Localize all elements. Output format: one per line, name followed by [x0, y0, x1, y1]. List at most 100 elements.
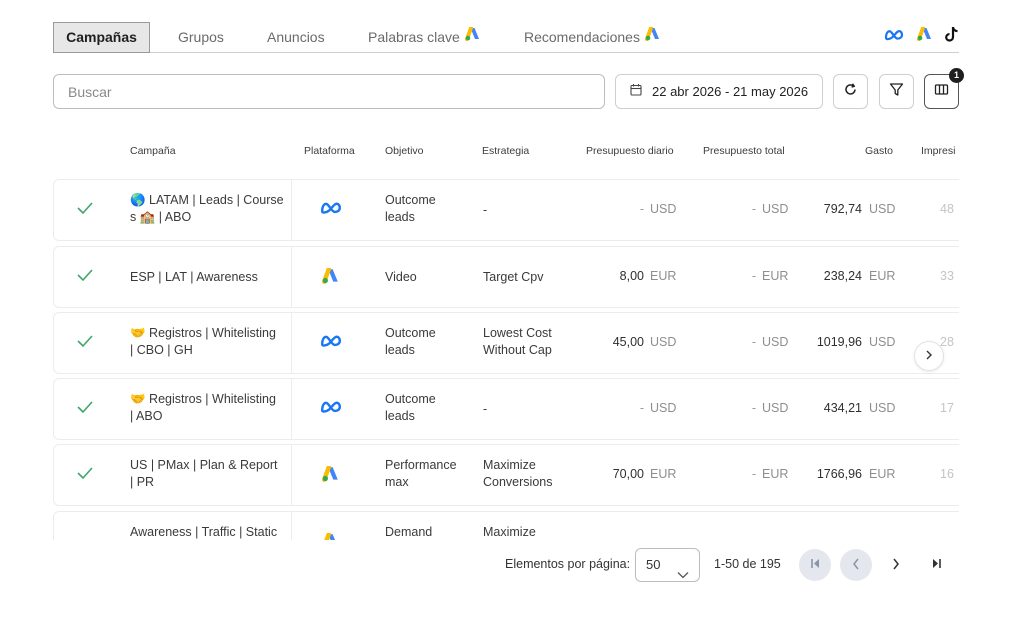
per-page-value: 50	[646, 557, 661, 572]
tab-campaigns[interactable]: Campañas	[53, 22, 150, 53]
google-ads-icon	[322, 267, 340, 289]
campaigns-table: Campaña Plataforma Objetivo Estrategia P…	[53, 138, 959, 540]
campaign-name[interactable]: ESP | LAT | Awareness	[130, 269, 285, 286]
last-page-icon	[931, 558, 942, 572]
chevron-right-icon	[925, 347, 933, 365]
scroll-right-button[interactable]	[914, 341, 944, 371]
date-range-text: 22 abr 2026 - 21 may 2026	[652, 84, 809, 99]
campaign-name-line1: 🤝 Registros | Whitelisting	[130, 326, 276, 340]
total-budget: -	[751, 269, 756, 283]
header-daily-budget[interactable]: Presupuesto diario	[586, 145, 674, 157]
daily-budget: 8,00	[619, 269, 644, 283]
check-icon	[76, 201, 94, 220]
column-divider	[291, 512, 292, 540]
daily-currency: USD	[650, 202, 677, 216]
meta-icon[interactable]	[884, 28, 904, 46]
filter-button[interactable]	[879, 74, 914, 109]
objective-line2: leads	[385, 343, 415, 357]
google-ads-icon	[644, 21, 661, 52]
campaign-name[interactable]: US | PMax | Plan & Report | PR	[130, 457, 285, 491]
total-currency: USD	[762, 202, 789, 216]
columns-icon	[934, 83, 949, 101]
objective: Demand	[385, 525, 433, 539]
header-total-budget[interactable]: Presupuesto total	[703, 145, 785, 157]
chevron-left-icon	[852, 558, 860, 573]
date-range-picker[interactable]: 22 abr 2026 - 21 may 2026	[615, 74, 823, 109]
spend-currency: USD	[869, 335, 896, 349]
objective: Video	[385, 270, 417, 284]
campaign-name[interactable]: 🤝 Registros | Whitelisting | ABO	[130, 391, 285, 425]
search-input[interactable]	[53, 74, 605, 109]
campaign-name[interactable]: Awareness | Traffic | Static	[130, 524, 285, 540]
calendar-icon	[630, 75, 642, 108]
campaign-name-line2: | PR	[130, 475, 155, 489]
spend: 238,24	[823, 269, 862, 283]
total-budget: -	[751, 401, 756, 415]
header-platform[interactable]: Plataforma	[304, 145, 355, 157]
column-divider	[291, 313, 292, 373]
total-budget: -	[751, 335, 756, 349]
objective-line2: leads	[385, 409, 415, 423]
tab-recommendations[interactable]: Recomendaciones	[524, 22, 661, 53]
objective-line1: Performance	[385, 458, 457, 472]
google-ads-icon	[464, 21, 481, 52]
campaign-name[interactable]: 🤝 Registros | Whitelisting | CBO | GH	[130, 325, 285, 359]
impressions: 16	[940, 467, 954, 481]
column-divider	[291, 247, 292, 307]
total-budget: -	[751, 202, 756, 216]
tab-keywords[interactable]: Palabras clave	[368, 22, 481, 53]
first-page-icon	[810, 558, 821, 572]
spend-currency: EUR	[869, 467, 896, 481]
total-currency: USD	[762, 401, 789, 415]
daily-budget: 45,00	[612, 335, 644, 349]
header-spend[interactable]: Gasto	[865, 145, 893, 157]
table-row[interactable]: 🤝 Registros | Whitelisting | CBO | GH Out…	[53, 312, 959, 374]
tiktok-icon[interactable]	[945, 26, 959, 47]
google-ads-icon[interactable]	[916, 26, 933, 46]
per-page-select[interactable]: 50	[635, 548, 700, 582]
meta-icon	[320, 334, 342, 353]
header-campaign[interactable]: Campaña	[130, 145, 176, 157]
spend: 1019,96	[816, 335, 862, 349]
meta-icon	[320, 400, 342, 419]
spend: 1766,96	[816, 467, 862, 481]
campaign-name-line2: | ABO	[130, 409, 163, 423]
strategy-line2: Without Cap	[483, 343, 552, 357]
table-row[interactable]: ESP | LAT | Awareness Video Target Cpv 8…	[53, 246, 959, 308]
last-page-button[interactable]	[920, 549, 952, 581]
column-divider	[291, 379, 292, 439]
table-row[interactable]: Awareness | Traffic | Static Demand Maxi…	[53, 511, 959, 540]
header-strategy[interactable]: Estrategia	[482, 145, 529, 157]
chevron-down-icon	[677, 559, 689, 591]
refresh-icon	[843, 82, 858, 102]
header-impressions[interactable]: Impresi	[921, 145, 955, 157]
strategy: Maximize	[483, 525, 536, 539]
header-objective[interactable]: Objetivo	[385, 145, 424, 157]
strategy-line2: Conversions	[483, 475, 553, 489]
tab-groups[interactable]: Grupos	[178, 22, 224, 53]
strategy: -	[483, 203, 488, 217]
next-page-button[interactable]	[880, 549, 912, 581]
columns-button[interactable]: 1	[924, 68, 964, 109]
table-row[interactable]: US | PMax | Plan & Report | PR Performanc…	[53, 444, 959, 506]
columns-count-badge: 1	[949, 68, 964, 83]
daily-budget: -	[639, 202, 644, 216]
strategy-line1: Maximize	[483, 458, 536, 472]
daily-currency: EUR	[650, 467, 677, 481]
meta-icon	[320, 201, 342, 220]
check-icon	[76, 400, 94, 419]
campaign-name-line1: US | PMax | Plan & Report	[130, 458, 278, 472]
table-header: Campaña Plataforma Objetivo Estrategia P…	[53, 138, 959, 164]
tab-ads[interactable]: Anuncios	[267, 22, 325, 53]
table-row[interactable]: 🤝 Registros | Whitelisting | ABO Outcome l…	[53, 378, 959, 440]
column-divider	[291, 445, 292, 505]
first-page-button[interactable]	[799, 549, 831, 581]
spend-currency: EUR	[869, 269, 896, 283]
refresh-button[interactable]	[833, 74, 868, 109]
table-row[interactable]: 🌎 LATAM | Leads | Course s 🏫 | ABO Outcom…	[53, 179, 959, 241]
column-divider	[291, 180, 292, 240]
campaign-name[interactable]: 🌎 LATAM | Leads | Course s 🏫 | ABO	[130, 192, 285, 226]
previous-page-button[interactable]	[840, 549, 872, 581]
objective-line2: leads	[385, 210, 415, 224]
objective: Outcome leads	[385, 325, 436, 359]
